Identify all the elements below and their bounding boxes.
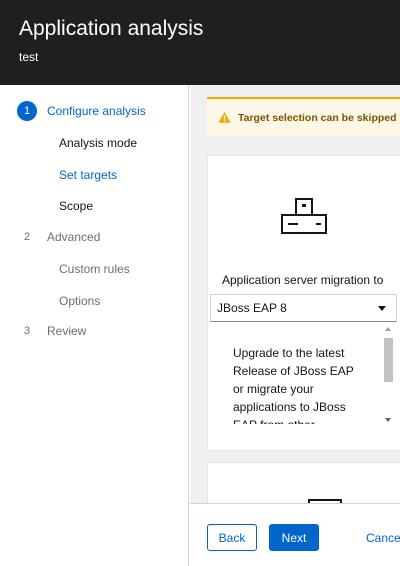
nav-step-label: Review: [47, 324, 87, 338]
nav-step-label: Advanced: [47, 230, 101, 244]
target-card[interactable]: Application server migration to JBoss EA…: [207, 155, 400, 451]
caret-down-icon: [378, 306, 386, 311]
card-title: Application server migration to: [222, 273, 384, 287]
nav-item-custom-rules[interactable]: Custom rules: [59, 262, 130, 276]
step-number: 2: [23, 231, 31, 243]
wizard-nav: 1 Configure analysis Analysis mode Set t…: [0, 85, 189, 566]
target-card[interactable]: [207, 462, 400, 503]
next-button[interactable]: Next: [269, 524, 319, 551]
main-content[interactable]: Target selection can be skipped i Applic…: [190, 85, 400, 503]
back-button[interactable]: Back: [207, 524, 257, 551]
nav-item-options[interactable]: Options: [59, 294, 100, 308]
alert-text: Target selection can be skipped i: [238, 111, 400, 124]
step-number: 3: [23, 325, 31, 337]
scroll-thumb[interactable]: [384, 338, 393, 382]
wizard-footer: Back Next Cance: [190, 503, 400, 566]
page-subtitle: test: [19, 50, 39, 64]
page-title: Application analysis: [19, 17, 204, 40]
scroll-up-icon[interactable]: [385, 327, 391, 331]
nav-step-label: Configure analysis: [47, 104, 146, 118]
warning-icon: [218, 111, 231, 123]
wizard-page: Application analysis test 1 Configure an…: [0, 0, 400, 566]
cancel-button[interactable]: Cance: [366, 524, 400, 551]
select-value: JBoss EAP 8: [217, 301, 287, 315]
nav-item-set-targets[interactable]: Set targets: [59, 168, 117, 182]
step-number-badge: 1: [17, 101, 37, 121]
wizard-header: Application analysis test: [0, 0, 400, 85]
nav-item-analysis-mode[interactable]: Analysis mode: [59, 136, 137, 150]
description-scrollbar[interactable]: [382, 324, 394, 428]
server-icon: [281, 198, 327, 234]
scroll-down-icon[interactable]: [385, 418, 391, 422]
target-version-select[interactable]: JBoss EAP 8: [210, 294, 397, 322]
nav-item-scope[interactable]: Scope: [59, 199, 93, 213]
warning-alert: Target selection can be skipped i: [207, 97, 400, 136]
card-description: Upgrade to the latest Release of JBoss E…: [233, 346, 354, 424]
